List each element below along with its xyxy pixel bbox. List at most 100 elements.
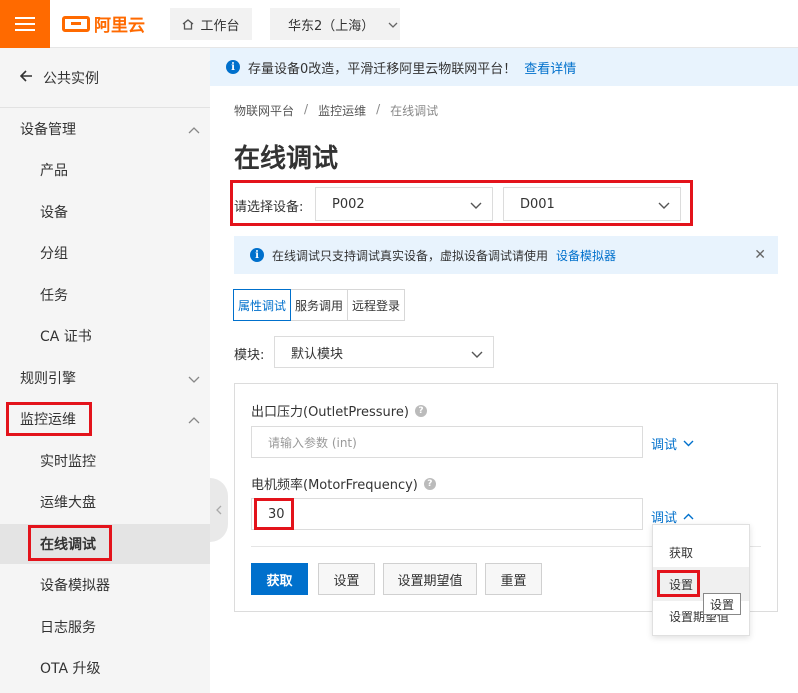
breadcrumb-item[interactable]: 监控运维 <box>318 102 366 119</box>
outlet-pressure-input[interactable]: 请输入参数 (int) <box>251 426 643 458</box>
debug-toggle-label: 调试 <box>651 438 678 453</box>
sidebar-group-label: 设备管理 <box>20 122 76 138</box>
sidebar-item-task[interactable]: 任务 <box>0 275 210 315</box>
sidebar-item-log-service[interactable]: 日志服务 <box>0 607 210 647</box>
module-select-value: 默认模块 <box>291 346 344 362</box>
help-icon[interactable]: ? <box>414 404 427 417</box>
workbench-button[interactable]: 工作台 <box>170 8 252 40</box>
product-select-value: P002 <box>332 196 365 212</box>
input-placeholder: 请输入参数 (int) <box>268 435 357 450</box>
home-icon <box>182 18 194 30</box>
region-label: 华东2（上海） <box>288 18 375 34</box>
device-select-value: D001 <box>520 196 555 212</box>
notice-details-link[interactable]: 查看详情 <box>524 58 576 77</box>
sidebar-item-label: 设备模拟器 <box>40 578 110 594</box>
button-label: 重置 <box>500 573 527 589</box>
sidebar-item-label: 日志服务 <box>40 620 96 636</box>
get-button[interactable]: 获取 <box>251 563 308 595</box>
set-desired-button[interactable]: 设置期望值 <box>383 563 477 595</box>
sidebar-item-label: 实时监控 <box>40 454 96 470</box>
sidebar-item-label: 运维大盘 <box>40 495 96 511</box>
chevron-down-icon <box>471 347 483 362</box>
sidebar-group-monitoring[interactable]: 监控运维 <box>0 399 210 439</box>
chevron-up-icon <box>683 513 694 520</box>
device-select[interactable]: D001 <box>503 187 681 221</box>
sidebar-item-ops-dashboard[interactable]: 运维大盘 <box>0 482 210 522</box>
breadcrumb-separator: / <box>304 102 309 116</box>
input-value: 30 <box>268 506 285 522</box>
close-icon[interactable]: ✕ <box>754 247 766 263</box>
tab-service-call[interactable]: 服务调用 <box>290 289 349 321</box>
top-bar: 阿里云 工作台 华东2（上海） <box>0 0 798 48</box>
aliyun-logo[interactable]: 阿里云 <box>62 11 145 36</box>
notice-banner: i 存量设备0改造，平滑迁移阿里云物联网平台！ 查看详情 <box>210 48 798 86</box>
chevron-down-icon <box>388 17 398 32</box>
arrow-left-icon <box>19 70 33 86</box>
chevron-up-icon <box>188 412 200 428</box>
sidebar-divider <box>0 107 210 108</box>
tooltip: 设置 <box>703 593 741 615</box>
dropdown-item-get[interactable]: 获取 <box>653 535 749 569</box>
property-label-outlet-pressure: 出口压力(OutletPressure) ? <box>251 401 427 420</box>
sidebar-item-label: OTA 升级 <box>40 661 101 677</box>
logo-text: 阿里云 <box>94 16 145 36</box>
info-icon: i <box>250 248 264 262</box>
tab-label: 服务调用 <box>295 298 344 313</box>
simulator-tip: i 在线调试只支持调试真实设备，虚拟设备调试请使用 设备模拟器 ✕ <box>234 236 778 274</box>
sidebar-item-group[interactable]: 分组 <box>0 233 210 273</box>
property-label-text: 电机频率(MotorFrequency) <box>251 478 418 493</box>
breadcrumb-current: 在线调试 <box>390 104 439 118</box>
notice-text: 存量设备0改造，平滑迁移阿里云物联网平台！ <box>248 61 517 77</box>
button-label: 获取 <box>266 573 293 589</box>
sidebar-item-label: CA 证书 <box>40 329 92 345</box>
breadcrumb-separator: / <box>376 102 381 116</box>
tab-remote-login[interactable]: 远程登录 <box>347 289 406 321</box>
sidebar-item-realtime-monitor[interactable]: 实时监控 <box>0 441 210 481</box>
back-label: 公共实例 <box>43 71 99 87</box>
device-simulator-link[interactable]: 设备模拟器 <box>556 247 616 264</box>
chevron-left-icon <box>216 505 222 515</box>
sidebar-item-label: 设备 <box>40 205 68 221</box>
sidebar-group-device-management[interactable]: 设备管理 <box>0 109 210 149</box>
help-icon[interactable]: ? <box>423 477 436 490</box>
menu-icon[interactable] <box>0 0 50 48</box>
dropdown-item-label: 获取 <box>669 545 694 560</box>
chevron-down-icon <box>470 198 482 213</box>
device-select-label: 请选择设备: <box>234 200 304 215</box>
sidebar-group-label: 规则引擎 <box>20 371 76 387</box>
info-icon: i <box>226 60 240 74</box>
tab-label: 远程登录 <box>352 298 401 313</box>
tab-label: 属性调试 <box>238 298 287 313</box>
chevron-down-icon <box>658 198 670 213</box>
product-select[interactable]: P002 <box>315 187 493 221</box>
sidebar-group-rule-engine[interactable]: 规则引擎 <box>0 358 210 398</box>
debug-tabs: 属性调试 服务调用 远程登录 <box>233 289 406 321</box>
dropdown-item-label: 设置 <box>669 577 694 592</box>
property-label-motor-frequency: 电机频率(MotorFrequency) ? <box>251 474 436 493</box>
region-selector[interactable]: 华东2（上海） <box>270 8 400 40</box>
sidebar-item-device-simulator[interactable]: 设备模拟器 <box>0 565 210 605</box>
module-select[interactable]: 默认模块 <box>274 336 494 368</box>
sidebar-item-online-debug[interactable]: 在线调试 <box>0 524 210 564</box>
button-label: 设置 <box>333 573 360 589</box>
sidebar-item-device[interactable]: 设备 <box>0 192 210 232</box>
set-button[interactable]: 设置 <box>318 563 375 595</box>
sidebar-item-label: 任务 <box>40 288 68 304</box>
sidebar-item-ca-cert[interactable]: CA 证书 <box>0 316 210 356</box>
sidebar-collapse-handle[interactable] <box>210 478 228 542</box>
sidebar-item-ota[interactable]: OTA 升级 <box>0 648 210 688</box>
sidebar-item-label: 分组 <box>40 246 68 262</box>
motor-frequency-input[interactable]: 30 <box>251 498 643 530</box>
sidebar-item-product[interactable]: 产品 <box>0 150 210 190</box>
back-to-public-instance[interactable]: 公共实例 <box>0 60 210 96</box>
tab-property-debug[interactable]: 属性调试 <box>233 289 292 321</box>
property-label-text: 出口压力(OutletPressure) <box>251 405 409 420</box>
reset-button[interactable]: 重置 <box>485 563 542 595</box>
debug-toggle-outlet-pressure[interactable]: 调试 <box>651 434 694 453</box>
sidebar: 公共实例 设备管理 产品 设备 分组 任务 CA 证书 规则引擎 监控运维 实时… <box>0 48 210 693</box>
workbench-label: 工作台 <box>200 18 240 34</box>
breadcrumb-item[interactable]: 物联网平台 <box>234 102 294 119</box>
chevron-up-icon <box>188 122 200 138</box>
sidebar-item-label: 在线调试 <box>40 537 96 553</box>
tip-text: 在线调试只支持调试真实设备，虚拟设备调试请使用 <box>272 248 549 263</box>
